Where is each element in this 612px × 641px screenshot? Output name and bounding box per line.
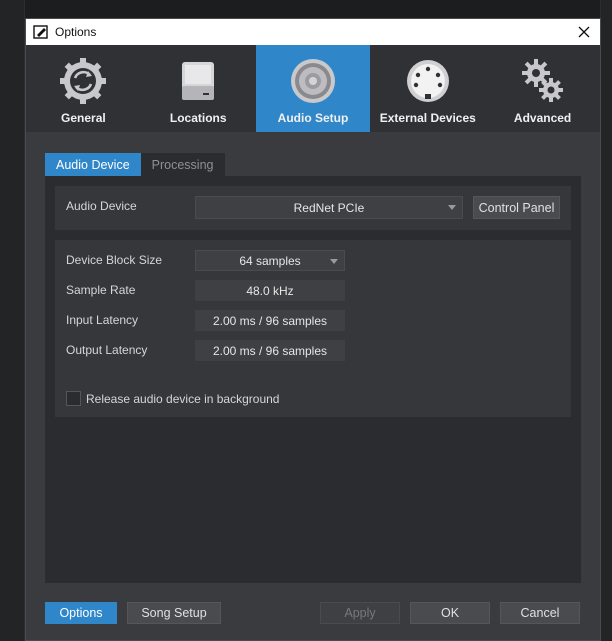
audio-device-value: RedNet PCIe (293, 200, 365, 215)
ok-button[interactable]: OK (410, 602, 490, 624)
audio-device-label: Audio Device (66, 199, 137, 213)
app-logo-icon (33, 25, 48, 39)
block-size-value: 64 samples (239, 253, 301, 268)
release-background-checkbox[interactable] (66, 391, 81, 406)
category-external-devices[interactable]: External Devices (370, 45, 485, 132)
category-general[interactable]: General (26, 45, 141, 132)
control-panel-button[interactable]: Control Panel (473, 196, 560, 219)
block-size-label: Device Block Size (66, 253, 163, 267)
category-general-label: General (61, 111, 106, 125)
sample-rate-value: 48.0 kHz (195, 280, 345, 301)
input-latency-label: Input Latency (66, 313, 139, 327)
background-app-right-strip (600, 0, 612, 641)
speaker-icon (290, 59, 335, 103)
midi-connector-icon (406, 60, 449, 102)
chevron-down-icon (448, 205, 456, 210)
cancel-button[interactable]: Cancel (500, 602, 580, 624)
close-button[interactable] (574, 22, 594, 42)
song-setup-button[interactable]: Song Setup (127, 602, 221, 624)
category-external-devices-label: External Devices (379, 111, 476, 125)
hard-drive-icon (182, 62, 215, 100)
background-app-left-strip (0, 0, 25, 641)
tab-audio-device[interactable]: Audio Device (45, 153, 141, 176)
tab-processing[interactable]: Processing (140, 153, 225, 176)
title-bar: Options (26, 19, 600, 45)
audio-device-select[interactable]: RedNet PCIe (195, 196, 463, 219)
audio-device-panel: Audio Device RedNet PCIe Control Panel D… (45, 176, 581, 583)
device-settings-group: Device Block Size 64 samples Sample Rate… (55, 240, 571, 417)
category-audio-setup[interactable]: Audio Setup (255, 45, 371, 132)
gears-icon (521, 59, 563, 102)
input-latency-value: 2.00 ms / 96 samples (195, 310, 345, 331)
close-icon (578, 26, 590, 38)
background-app-header (0, 0, 612, 18)
output-latency-label: Output Latency (66, 343, 148, 357)
category-advanced-label: Advanced (513, 111, 572, 125)
options-button[interactable]: Options (45, 602, 117, 624)
sample-rate-label: Sample Rate (66, 283, 136, 297)
release-background-label: Release audio device in background (86, 392, 280, 406)
audio-device-group: Audio Device RedNet PCIe Control Panel (55, 186, 571, 230)
options-dialog: Options General Locations Audio Setup Ex… (25, 18, 601, 641)
block-size-select[interactable]: 64 samples (195, 250, 345, 271)
output-latency-value: 2.00 ms / 96 samples (195, 340, 345, 361)
category-bar: General Locations Audio Setup External D… (26, 45, 600, 132)
settings-tabs: Audio Device Processing (45, 153, 225, 176)
category-locations[interactable]: Locations (141, 45, 256, 132)
chevron-down-icon (330, 259, 338, 264)
category-audio-setup-label: Audio Setup (277, 111, 349, 125)
category-locations-label: Locations (169, 111, 227, 125)
apply-button[interactable]: Apply (320, 602, 400, 624)
window-title: Options (55, 25, 97, 39)
refresh-gear-icon (60, 58, 107, 104)
category-advanced[interactable]: Advanced (485, 45, 600, 132)
